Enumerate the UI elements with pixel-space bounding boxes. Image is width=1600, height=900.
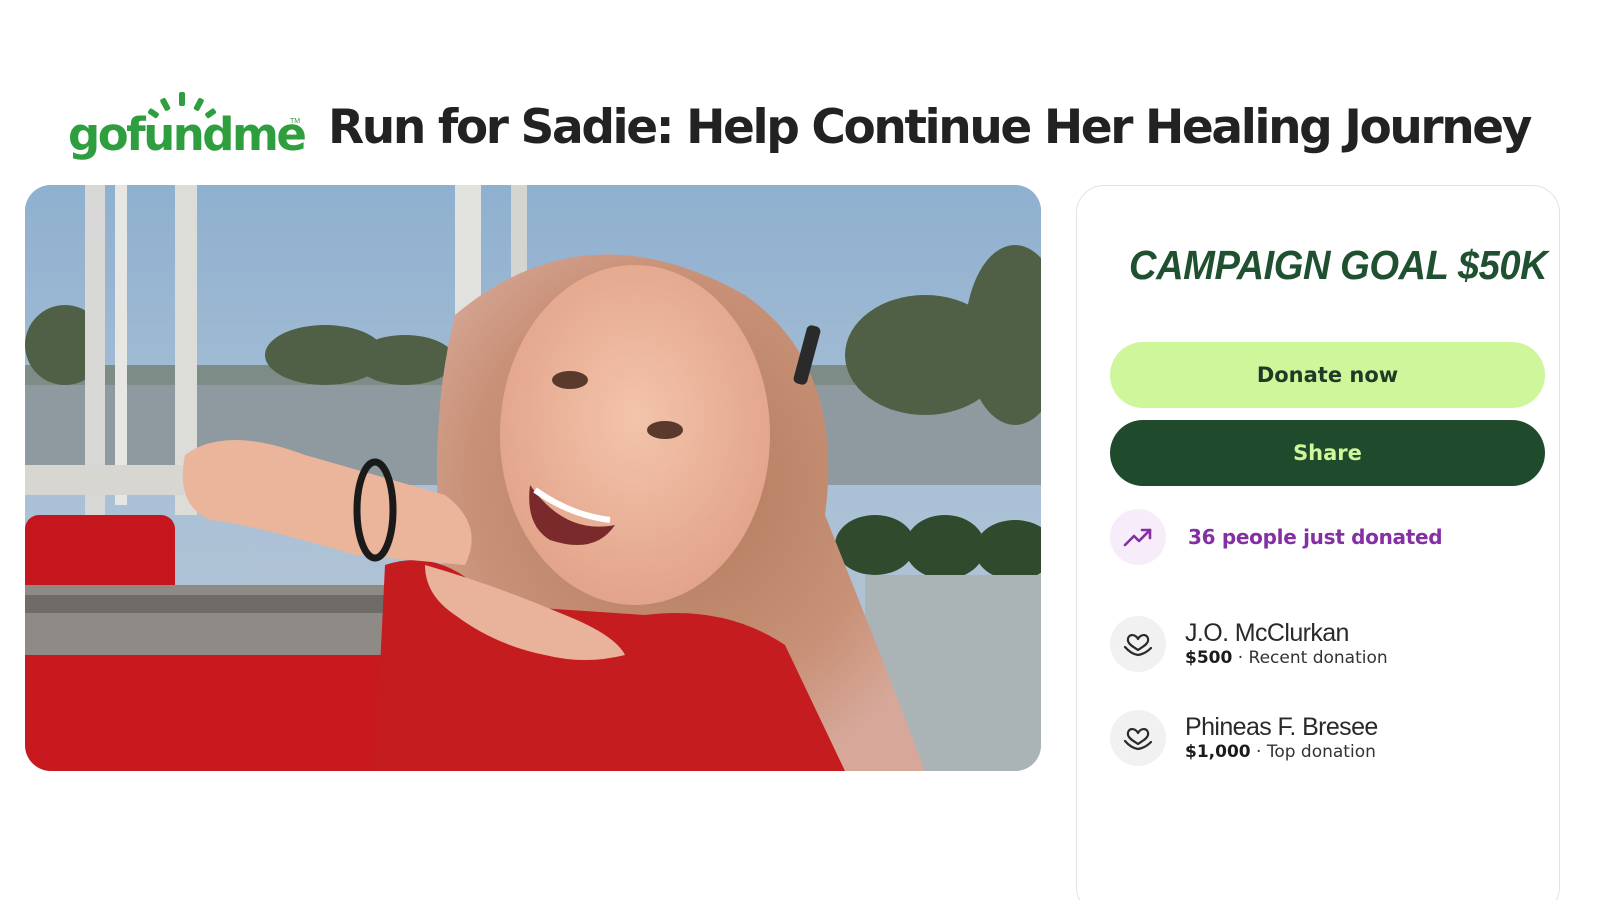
donate-now-button[interactable]: Donate now	[1110, 342, 1545, 408]
campaign-goal: CAMPAIGN GOAL $50K	[1129, 242, 1548, 288]
gofundme-logo[interactable]: gofundme TM	[66, 90, 307, 170]
separator: ·	[1250, 742, 1267, 762]
donation-label: Top donation	[1266, 742, 1376, 762]
donation-card: CAMPAIGN GOAL $50K Donate now Share 36 p…	[1076, 185, 1560, 900]
trending-up-icon	[1110, 509, 1166, 565]
donation-amount: $1,000	[1185, 742, 1251, 762]
separator: ·	[1232, 648, 1249, 668]
donation-item: Phineas F. Bresee $1,000 · Top donation	[1110, 709, 1378, 767]
donation-amount: $500	[1185, 648, 1233, 668]
donation-activity: 36 people just donated	[1110, 509, 1443, 565]
share-button[interactable]: Share	[1110, 420, 1545, 486]
activity-text: 36 people just donated	[1188, 525, 1443, 549]
donor-name: Phineas F. Bresee	[1185, 713, 1378, 741]
donation-label: Recent donation	[1248, 648, 1388, 668]
page-title: Run for Sadie: Help Continue Her Healing…	[328, 100, 1532, 155]
campaign-photo	[25, 185, 1041, 771]
logo-wordmark: gofundme	[68, 108, 307, 161]
donor-name: J.O. McClurkan	[1185, 619, 1349, 647]
heart-hand-icon	[1110, 710, 1166, 766]
logo-trademark: TM	[290, 118, 301, 125]
donation-item: J.O. McClurkan $500 · Recent donation	[1110, 615, 1388, 673]
heart-hand-icon	[1110, 616, 1166, 672]
